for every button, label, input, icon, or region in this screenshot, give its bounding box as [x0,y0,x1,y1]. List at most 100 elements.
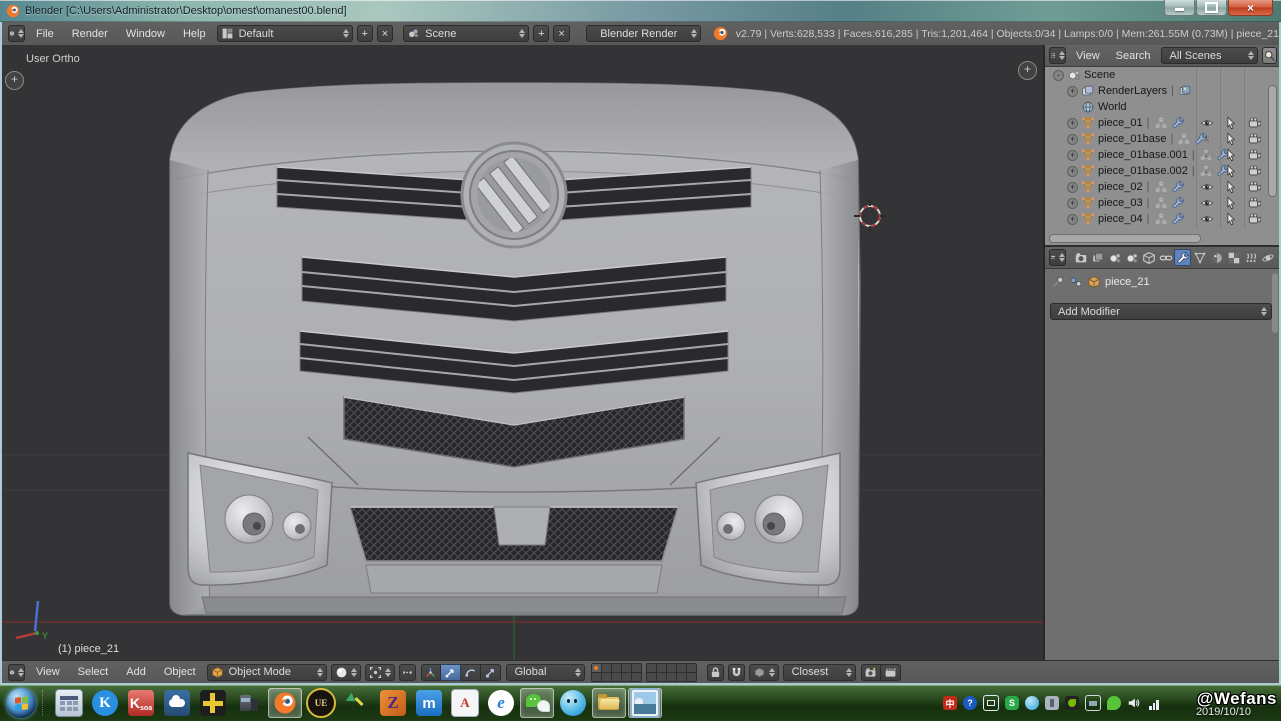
viewport-shading-selector[interactable] [331,664,361,681]
layer-toggle[interactable] [612,673,621,681]
start-button[interactable] [6,688,36,718]
tray-nvidia[interactable] [1065,696,1079,710]
taskbar-blender[interactable] [268,688,302,718]
renderability-camera-icon[interactable] [1248,116,1262,130]
layer-toggle[interactable] [687,664,696,672]
maximize-button[interactable] [1196,0,1227,16]
selectability-cursor-icon[interactable] [1224,132,1238,146]
taskbar-qq[interactable] [556,688,590,718]
taskbar-pentool[interactable] [340,688,374,718]
view3d-menu-select[interactable]: Select [78,666,109,678]
taskbar-ie[interactable]: e [484,688,518,718]
properties-tab-scene[interactable] [1106,249,1123,266]
visibility-eye-icon[interactable] [1200,148,1214,162]
view3d-menu-add[interactable]: Add [126,666,146,678]
layer-toggle[interactable] [602,664,611,672]
expander-icon[interactable]: + [1067,118,1078,129]
minimize-button[interactable] [1164,0,1195,16]
selectability-cursor-icon[interactable] [1224,180,1238,194]
editor-type-properties-button[interactable] [1049,249,1066,266]
tray-volume[interactable] [1127,696,1141,710]
tray-ime[interactable]: 中 [943,696,957,710]
taskbar-kugou[interactable]: K [88,688,122,718]
transform-orientation-selector[interactable]: Global [506,664,585,681]
taskbar-cloud[interactable] [160,688,194,718]
lock-to-scene-button[interactable] [707,664,724,681]
tray-signal[interactable] [1147,696,1161,710]
taskbar-ruler[interactable] [196,688,230,718]
translate-manipulator-button[interactable] [441,664,461,681]
editor-type-info-button[interactable] [8,25,25,42]
manipulator-toggle-button[interactable] [421,664,441,681]
tray-usb[interactable] [1045,696,1059,710]
expander-icon[interactable]: + [1067,182,1078,193]
window-titlebar[interactable]: Blender [C:\Users\Administrator\Desktop\… [0,0,1281,22]
layer-toggle[interactable] [677,664,686,672]
layer-toggle[interactable] [612,664,621,672]
properties-tab-constraints[interactable] [1157,249,1174,266]
snap-element-selector[interactable] [749,664,779,681]
properties-tab-render-layers[interactable] [1089,249,1106,266]
render-animation-clapper-button[interactable] [881,664,901,681]
visibility-eye-icon[interactable] [1200,164,1214,178]
info-menu-file[interactable]: File [36,28,54,40]
expander-icon[interactable]: + [1067,198,1078,209]
add-scene-button[interactable]: + [533,25,549,42]
tray-drop[interactable] [1025,696,1039,710]
properties-region-expand-button[interactable]: + [1018,61,1037,80]
layer-toggle[interactable] [647,673,656,681]
add-modifier-dropdown[interactable]: Add Modifier [1050,303,1272,320]
scene-selector[interactable]: Scene [403,25,529,42]
visibility-eye-icon[interactable] [1200,212,1214,226]
properties-tab-material[interactable] [1208,249,1225,266]
renderability-camera-icon[interactable] [1248,196,1262,210]
properties-tab-world[interactable] [1123,249,1140,266]
expander-icon[interactable]: + [1067,86,1078,97]
visibility-eye-icon[interactable] [1200,132,1214,146]
info-menu-window[interactable]: Window [126,28,165,40]
expander-icon[interactable]: + [1067,134,1078,145]
properties-tab-modifiers[interactable] [1174,249,1191,266]
properties-tab-object-data[interactable] [1191,249,1208,266]
expander-icon[interactable]: + [1067,150,1078,161]
selectability-cursor-icon[interactable] [1224,212,1238,226]
renderability-camera-icon[interactable] [1248,132,1262,146]
taskbar-wechat[interactable] [520,688,554,718]
outliner-vscrollbar[interactable] [1268,85,1277,197]
tray-display[interactable] [1085,695,1101,711]
snap-target-selector[interactable]: Closest [783,664,856,681]
taskbar-zbrush[interactable]: Z [376,688,410,718]
selectability-cursor-icon[interactable] [1224,116,1238,130]
visibility-eye-icon[interactable] [1200,180,1214,194]
layer-toggle[interactable] [667,673,676,681]
properties-tab-physics[interactable] [1259,249,1276,266]
mode-selector[interactable]: Object Mode [207,664,327,681]
selectability-cursor-icon[interactable] [1224,148,1238,162]
layer-toggle[interactable] [687,673,696,681]
tray-win-small[interactable] [983,695,999,711]
render-still-camera-button[interactable] [861,664,881,681]
toolshelf-expand-button[interactable]: + [5,71,24,90]
outliner-menu-search[interactable]: Search [1116,50,1151,62]
editor-type-outliner-button[interactable] [1049,47,1066,64]
tray-s-app[interactable]: S [1005,696,1019,710]
renderability-camera-icon[interactable] [1248,148,1262,162]
selectability-cursor-icon[interactable] [1224,164,1238,178]
node-icon[interactable] [1069,275,1083,289]
taskbar-maxthon[interactable]: m [412,688,446,718]
scale-manipulator-button[interactable] [481,664,501,681]
properties-tab-render[interactable] [1072,249,1089,266]
scenes-filter-dropdown[interactable]: All Scenes [1161,47,1258,64]
delete-layout-button[interactable]: × [377,25,393,42]
layer-toggle[interactable] [667,664,676,672]
properties-tab-object[interactable] [1140,249,1157,266]
visibility-eye-icon[interactable] [1200,196,1214,210]
taskbar-ksoa[interactable]: Ksoa [124,688,158,718]
viewport-3d[interactable]: Y User Ortho (1) piece_21 + + [2,45,1043,660]
expander-icon[interactable]: + [1067,166,1078,177]
view3d-menu-object[interactable]: Object [164,666,196,678]
snap-toggle-magnet-button[interactable] [728,664,745,681]
info-menu-help[interactable]: Help [183,28,206,40]
view3d-menu-view[interactable]: View [36,666,60,678]
taskbar-calculator[interactable] [52,688,86,718]
